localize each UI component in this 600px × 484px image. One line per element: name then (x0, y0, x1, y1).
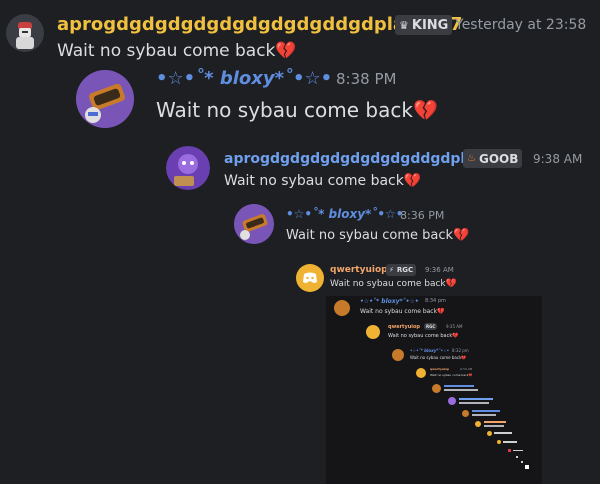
broken-heart-icon: 💔 (461, 355, 467, 360)
tiny-text-line (513, 450, 523, 451)
message-level-7: qwertyuiop RGC 9:35 AM Wait no sybau com… (0, 322, 600, 344)
timestamp: 9:34 AM (460, 367, 473, 371)
broken-heart-icon: 💔 (445, 279, 457, 289)
cannon-avatar-icon (234, 204, 274, 244)
tiny-text-line (484, 421, 506, 423)
tiny-dot (508, 449, 511, 452)
username[interactable]: qwertyuiop (388, 324, 420, 330)
broken-heart-icon: 💔 (403, 173, 422, 189)
role-badge: RGC (424, 323, 438, 330)
avatar[interactable] (392, 349, 404, 361)
message-body: Wait no sybau come back (388, 333, 453, 339)
timestamp: 8:36 PM (400, 209, 445, 222)
avatar (475, 421, 481, 427)
tiny-dot (521, 461, 523, 463)
message-level-4: •☆•˚* bloxy*˚•☆• 8:36 PM Wait no sybau c… (0, 200, 600, 255)
message-text: Wait no sybau come back💔 (430, 373, 472, 377)
message-level-6: •☆•˚* bloxy*˚•☆• 8:34 pm Wait no sybau c… (0, 296, 600, 320)
avatar (432, 384, 441, 393)
tiny-text-line (444, 389, 478, 391)
avatar[interactable] (366, 325, 380, 339)
timestamp: 9:36 AM (425, 266, 454, 274)
message-text: Wait no sybau come back💔 (57, 41, 297, 61)
role-badge: ♨ GOOB (463, 149, 523, 168)
avatar[interactable] (76, 70, 134, 128)
message-text: Wait no sybau come back💔 (286, 228, 469, 243)
timestamp: Yesterday at 23:58 (455, 17, 587, 33)
message-body: Wait no sybau come back (430, 373, 469, 377)
broken-heart-icon: 💔 (453, 228, 470, 243)
tiny-text-line (494, 432, 512, 434)
username[interactable]: •☆•˚* bloxy*˚•☆• (360, 298, 419, 305)
tiny-dot (525, 465, 529, 469)
badge-label: RGC (396, 266, 414, 274)
avatar (487, 431, 492, 436)
broken-heart-icon: 💔 (412, 98, 438, 122)
timestamp: 8:32 pm (452, 348, 469, 353)
tiny-text-line (444, 385, 474, 387)
broken-heart-icon: 💔 (437, 308, 445, 315)
timestamp: 9:35 AM (446, 324, 463, 329)
username[interactable]: aprogdgdgdgdgdgdgdgddgdpl... (224, 151, 481, 167)
tiny-text-line (459, 398, 493, 400)
message-body: Wait no sybau come back (224, 173, 404, 189)
cannon-avatar-icon (76, 70, 134, 128)
message-body: Wait no sybau come back (156, 98, 413, 122)
role-badge: ⚡ RGC (386, 264, 417, 276)
tiny-dot (516, 456, 518, 458)
avatar[interactable] (296, 264, 324, 292)
message-level-5: qwertyuiop ⚡ RGC 9:36 AM Wait no sybau c… (0, 258, 600, 298)
tiny-text-line (472, 414, 496, 416)
tiny-text-line (459, 402, 489, 404)
username[interactable]: qwertyuiop (330, 265, 388, 275)
role-badge: ♛ KING (395, 15, 453, 35)
avatar[interactable] (234, 204, 274, 244)
discord-logo-icon (303, 272, 317, 283)
message-level-8: •☆•˚* bloxy*˚•☆• 8:32 pm Wait no sybau c… (0, 346, 600, 366)
avatar (462, 410, 469, 417)
timestamp: 8:38 PM (336, 70, 397, 88)
username[interactable]: qwertyuiop (430, 367, 449, 371)
message-body: Wait no sybau come back (57, 41, 276, 61)
username[interactable]: •☆•˚* bloxy*˚•☆• (286, 207, 403, 221)
username[interactable]: •☆•˚* bloxy*˚•☆• (410, 348, 449, 353)
tiny-text-line (472, 410, 500, 412)
purple-creature-avatar-icon (166, 146, 210, 190)
robot-avatar-icon (6, 14, 44, 52)
tiny-text-line (484, 425, 504, 427)
message-text: Wait no sybau come back💔 (410, 355, 466, 360)
timestamp: 9:38 AM (533, 152, 583, 166)
broken-heart-icon: 💔 (468, 373, 473, 377)
broken-heart-icon: 💔 (452, 333, 459, 339)
avatar (448, 397, 456, 405)
timestamp: 8:34 pm (425, 298, 446, 304)
avatar[interactable] (166, 146, 210, 190)
broken-heart-icon: 💔 (275, 41, 297, 61)
avatar[interactable] (416, 368, 426, 378)
fire-icon: ♨ (467, 153, 476, 164)
message-body: Wait no sybau come back (360, 308, 438, 315)
message-text: Wait no sybau come back💔 (388, 333, 458, 339)
crown-icon: ♛ (399, 18, 409, 32)
message-body: Wait no sybau come back (410, 355, 462, 360)
badge-label: RGC (426, 324, 436, 329)
message-text: Wait no sybau come back💔 (330, 279, 457, 289)
tiny-text-line (503, 441, 517, 443)
lightning-icon: ⚡ (389, 266, 394, 274)
message-body: Wait no sybau come back (330, 279, 446, 289)
message-text: Wait no sybau come back💔 (156, 98, 438, 122)
message-level-9: qwertyuiop 9:34 AM Wait no sybau come ba… (0, 365, 600, 383)
avatar[interactable] (6, 14, 44, 52)
message-text: Wait no sybau come back💔 (360, 308, 445, 315)
badge-label: KING (411, 17, 449, 33)
avatar (497, 440, 501, 444)
message-text: Wait no sybau come back💔 (224, 173, 421, 189)
message-level-2: •☆•˚* bloxy*˚•☆• 8:38 PM Wait no sybau c… (0, 60, 600, 140)
avatar[interactable] (334, 300, 350, 316)
message-level-3: aprogdgdgdgdgdgdgdgddgdpl... ♨ GOOB 9:38… (0, 140, 600, 200)
message-body: Wait no sybau come back (286, 228, 454, 243)
badge-label: GOOB (478, 151, 519, 166)
username[interactable]: •☆•˚* bloxy*˚•☆• (156, 68, 332, 89)
